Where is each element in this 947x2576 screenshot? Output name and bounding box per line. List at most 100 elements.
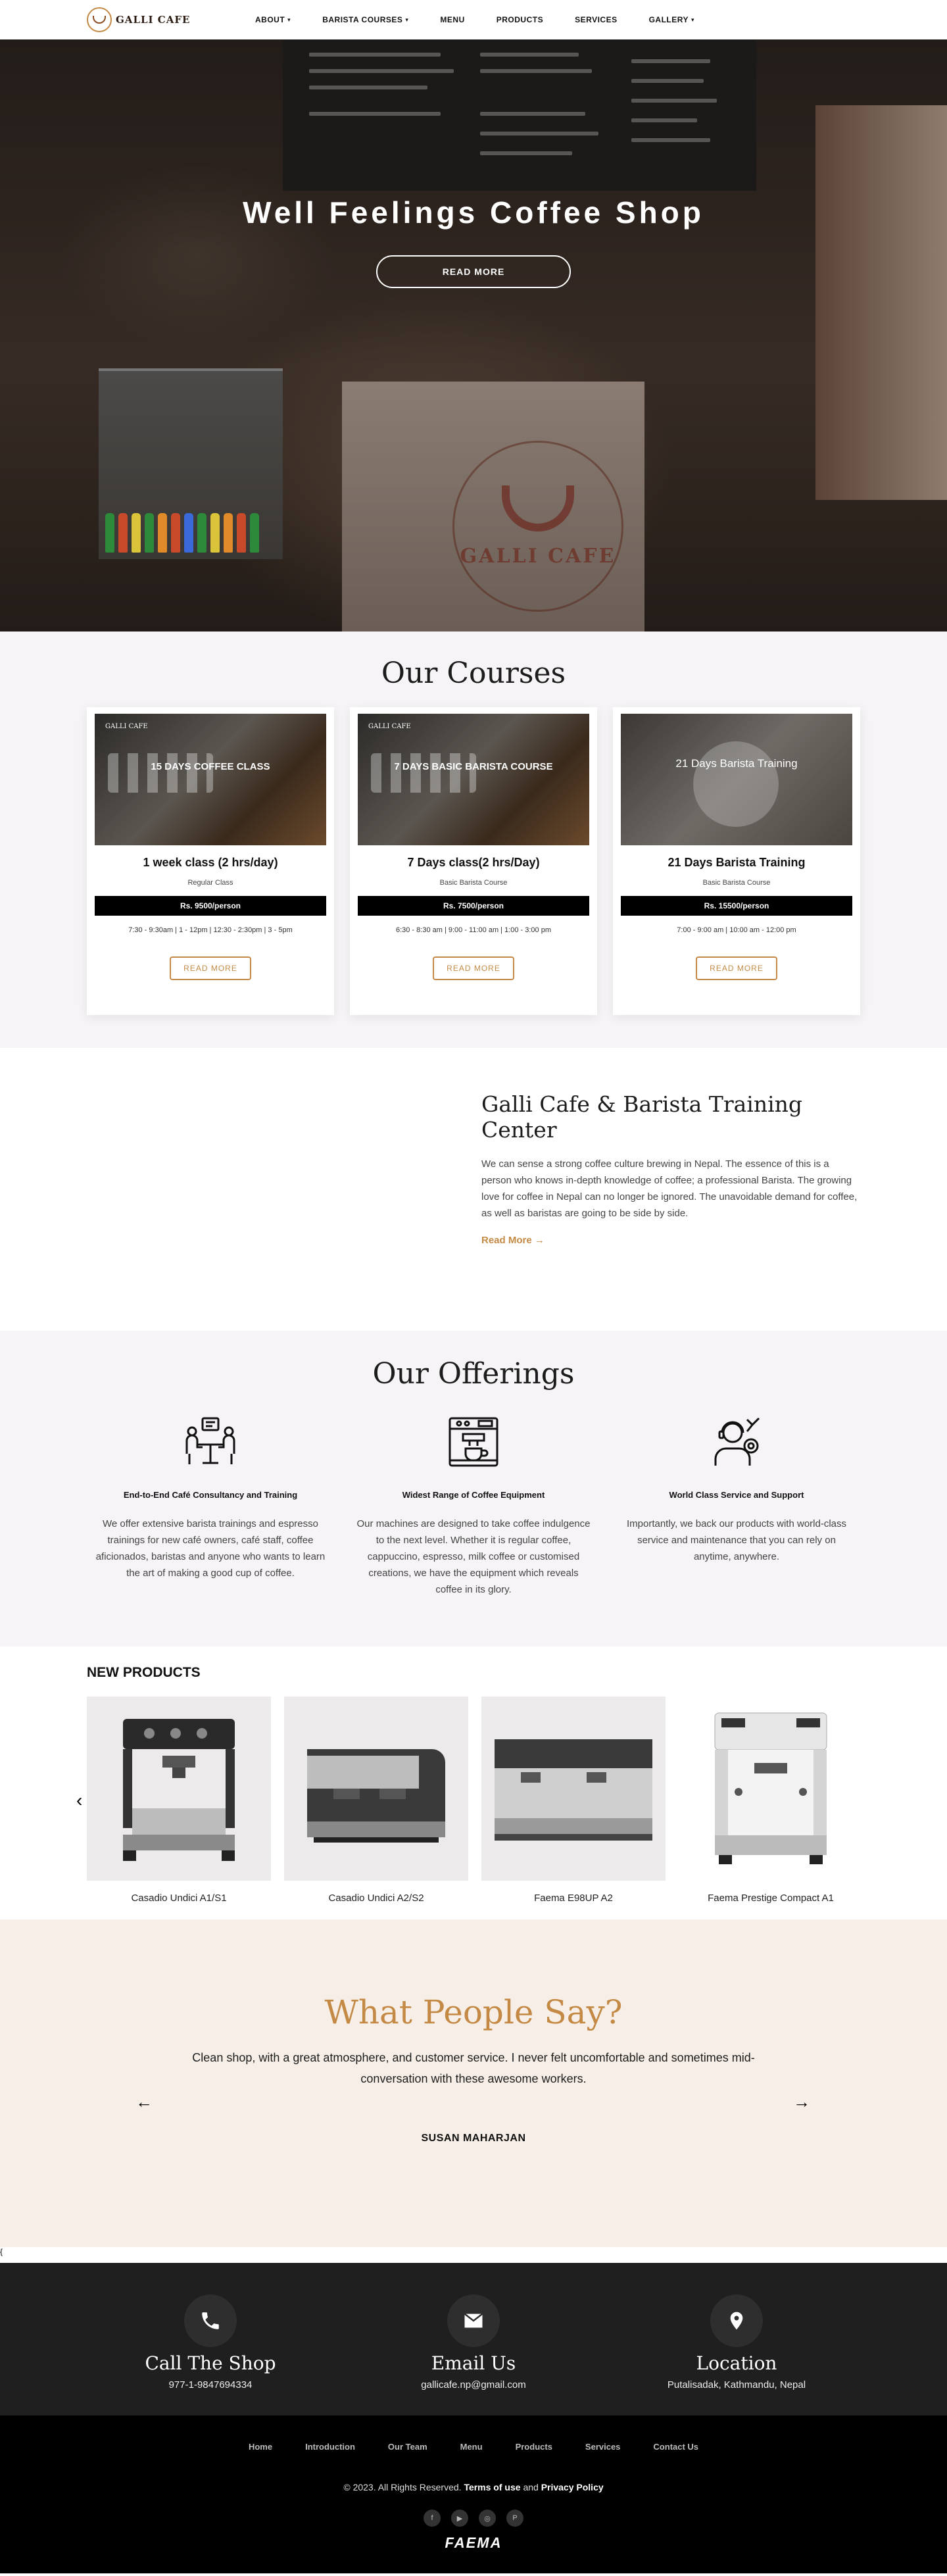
window [815, 105, 947, 500]
footer-link-services[interactable]: Services [585, 2442, 621, 2452]
course-name: 7 Days class(2 hrs/Day) [407, 856, 540, 869]
counter-logo: GALLI CAFE [452, 441, 623, 612]
hero-title: Well Feelings Coffee Shop [243, 195, 704, 230]
nav-item-label: BARISTA COURSES [322, 15, 403, 24]
and-text: and [523, 2482, 539, 2492]
offering-text: Importantly, we back our products with w… [626, 1518, 846, 1562]
footer-link-contact-us[interactable]: Contact Us [653, 2442, 698, 2452]
hero-read-more-button[interactable]: READ MORE [376, 255, 571, 288]
course-price: Rs. 9500/person [95, 896, 326, 916]
course-image: 21 Days Barista Training [621, 714, 852, 845]
offering-title: End-to-End Café Consultancy and Training [123, 1490, 298, 1500]
product-card[interactable]: Casadio Undici A1/S1 [87, 1697, 271, 1904]
product-image [87, 1697, 271, 1881]
course-name: 21 Days Barista Training [668, 856, 806, 869]
top-nav: GALLI CAFE ABOUT ▾ BARISTA COURSES ▾ MENU PRO… [0, 0, 947, 39]
footer-link-introduction[interactable]: Introduction [305, 2442, 355, 2452]
testimonial-next-arrow-icon[interactable]: → [793, 2092, 810, 2112]
offerings-section: Our Offerings End-to-End Café Consultanc… [0, 1331, 947, 1647]
youtube-icon[interactable]: ▶ [451, 2510, 468, 2527]
consultancy-icon [185, 1417, 235, 1464]
course-time: 6:30 - 8:30 am | 9:00 - 11:00 am | 1:00 … [395, 926, 552, 934]
terms-link[interactable]: Terms of use [464, 2482, 520, 2492]
coffee-machine-icon [449, 1417, 498, 1467]
copyright: © 2023. All Rights Reserved. Terms of us… [0, 2482, 947, 2492]
phone-icon [184, 2294, 237, 2347]
course-read-more-button[interactable]: READ MORE [170, 956, 251, 980]
course-name: 1 week class (2 hrs/day) [143, 856, 278, 869]
footer-link-our-team[interactable]: Our Team [388, 2442, 427, 2452]
product-name: Casadio Undici A1/S1 [131, 1893, 227, 1904]
product-card[interactable]: Casadio Undici A2/S2 [284, 1697, 468, 1904]
course-image-logo: GALLI CAFE [105, 723, 148, 730]
logo-cup-icon [87, 7, 112, 32]
espresso-machine-icon [714, 1712, 827, 1864]
contact-email: Email Us gallicafe.np@gmail.com [342, 2294, 605, 2415]
contact-value[interactable]: gallicafe.np@gmail.com [342, 2379, 605, 2390]
contact-section: Call The Shop 977-1-9847694334 Email Us … [0, 2263, 947, 2415]
course-image-label: 7 DAYS BASIC BARISTA COURSE [394, 761, 553, 772]
footer-link-products[interactable]: Products [516, 2442, 552, 2452]
counter-logo-text: GALLI CAFE [460, 544, 616, 568]
contact-title: Email Us [431, 2352, 516, 2374]
testimonial-prev-arrow-icon[interactable]: ← [135, 2092, 153, 2112]
privacy-link[interactable]: Privacy Policy [541, 2482, 604, 2492]
contact-location: Location Putalisadak, Kathmandu, Nepal [605, 2294, 868, 2415]
course-price: Rs. 15500/person [621, 896, 852, 916]
hero-content: Well Feelings Coffee Shop READ MORE [0, 195, 947, 288]
instagram-icon[interactable]: ◎ [479, 2510, 496, 2527]
nav-item-gallery[interactable]: GALLERY ▾ [633, 15, 710, 24]
footer-link-menu[interactable]: Menu [460, 2442, 483, 2452]
chevron-down-icon: ▾ [287, 16, 291, 23]
course-price: Rs. 7500/person [358, 896, 589, 916]
course-read-more-button[interactable]: READ MORE [433, 956, 514, 980]
offering-title: Widest Range of Coffee Equipment [402, 1490, 545, 1500]
logo-text: GALLI CAFE [116, 14, 191, 26]
product-carousel: Casadio Undici A1/S1 Casadio Undici A2/S… [0, 1697, 947, 1904]
nav-item-label: GALLERY [648, 15, 689, 24]
product-name: Faema E98UP A2 [534, 1893, 613, 1904]
product-card[interactable]: Faema E98UP A2 [481, 1697, 666, 1904]
nav-item-services[interactable]: SERVICES [559, 15, 633, 24]
course-image-label: 21 Days Barista Training [675, 757, 798, 770]
pinterest-icon[interactable]: P [506, 2510, 523, 2527]
products-prev-arrow-icon[interactable]: ‹ [76, 1790, 82, 1811]
nav-item-products[interactable]: PRODUCTS [481, 15, 559, 24]
course-image: GALLI CAFE 15 DAYS COFFEE CLASS [95, 714, 326, 845]
footer-link-home[interactable]: Home [249, 2442, 272, 2452]
about-body: We can sense a strong coffee culture bre… [481, 1158, 858, 1219]
testimonial-quote: Clean shop, with a great atmosphere, and… [192, 2051, 755, 2085]
service-person-icon [714, 1417, 760, 1466]
course-subtitle: Basic Barista Course [702, 879, 771, 887]
course-card: GALLI CAFE 15 DAYS COFFEE CLASS 1 week cla… [87, 707, 334, 1015]
nav-item-label: ABOUT [255, 15, 285, 24]
site-logo[interactable]: GALLI CAFE [87, 7, 239, 32]
espresso-machine-icon [123, 1719, 235, 1861]
course-image-logo: GALLI CAFE [368, 723, 411, 730]
offering-title: World Class Service and Support [669, 1490, 804, 1500]
testimonial-author: SUSAN MAHARJAN [421, 2133, 526, 2144]
contact-value[interactable]: 977-1-9847694334 [79, 2379, 342, 2390]
nav-item-about[interactable]: ABOUT ▾ [239, 15, 306, 24]
footer-links: Home Introduction Our Team Menu Products Serv… [0, 2442, 947, 2452]
footer: Home Introduction Our Team Menu Products Serv… [0, 2415, 947, 2573]
nav-item-barista-courses[interactable]: BARISTA COURSES ▾ [306, 15, 424, 24]
offering-text: Our machines are designed to take coffee… [356, 1518, 591, 1595]
course-cards: GALLI CAFE 15 DAYS COFFEE CLASS 1 week cla… [0, 707, 947, 1015]
offering-item: End-to-End Café Consultancy and Training… [87, 1414, 334, 1598]
course-read-more-button[interactable]: READ MORE [696, 956, 777, 980]
stray-text: { [0, 2247, 947, 2263]
copyright-text: © 2023. All Rights Reserved. [343, 2482, 462, 2492]
course-subtitle: Regular Class [187, 879, 233, 887]
facebook-icon[interactable]: f [424, 2510, 441, 2527]
course-time: 7:30 - 9:30am | 1 - 12pm | 12:30 - 2:30p… [128, 926, 293, 934]
espresso-machine-icon [307, 1749, 445, 1843]
about-read-more-link[interactable]: Read More → [481, 1235, 860, 1246]
product-card[interactable]: Faema Prestige Compact A1 [679, 1697, 863, 1904]
offering-item: Widest Range of Coffee Equipment Our mac… [350, 1414, 597, 1598]
contact-title: Call The Shop [145, 2352, 276, 2374]
contact-title: Location [696, 2352, 777, 2374]
nav-item-menu[interactable]: MENU [424, 15, 480, 24]
nav-item-label: SERVICES [575, 15, 618, 24]
product-name: Casadio Undici A2/S2 [328, 1893, 424, 1904]
